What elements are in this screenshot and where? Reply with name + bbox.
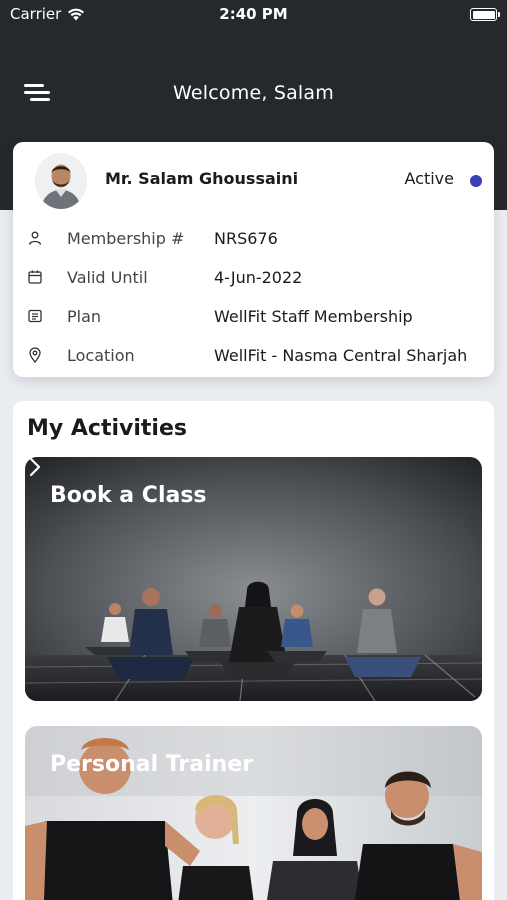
app-screen: Carrier 2:40 PM Welcome, Salam Mr. Salam… xyxy=(0,0,507,900)
info-row-membership: Membership # NRS676 xyxy=(27,227,487,251)
avatar xyxy=(35,153,87,209)
status-dot-icon xyxy=(470,175,482,187)
info-label: Location xyxy=(67,346,135,365)
card-title: Personal Trainer xyxy=(50,752,254,777)
info-label: Membership # xyxy=(67,229,185,248)
card-title: Book a Class xyxy=(50,483,207,508)
info-label: Valid Until xyxy=(67,268,148,287)
book-a-class-card[interactable]: Book a Class xyxy=(25,457,482,701)
info-value: 4-Jun-2022 xyxy=(214,268,303,287)
info-row-plan: Plan WellFit Staff Membership xyxy=(27,305,487,329)
info-row-location: Location WellFit - Nasma Central Sharjah xyxy=(27,344,487,368)
location-pin-icon xyxy=(29,347,41,363)
chevron-right-icon[interactable] xyxy=(25,457,45,477)
list-icon xyxy=(28,309,42,323)
personal-trainer-card[interactable]: Personal Trainer xyxy=(25,726,482,900)
calendar-icon xyxy=(28,270,42,284)
info-row-valid-until: Valid Until 4-Jun-2022 xyxy=(27,266,487,290)
section-title: My Activities xyxy=(27,416,187,441)
battery-icon xyxy=(470,8,500,21)
info-value: WellFit - Nasma Central Sharjah xyxy=(214,346,468,365)
membership-status: Active xyxy=(404,169,455,188)
status-bar: Carrier 2:40 PM xyxy=(0,0,507,28)
member-card: Mr. Salam Ghoussaini Active Membership #… xyxy=(13,142,494,377)
info-label: Plan xyxy=(67,307,102,326)
info-value: WellFit Staff Membership xyxy=(214,307,413,326)
status-time: 2:40 PM xyxy=(219,5,288,23)
activities-section: My Activities Book a Class Personal Trai… xyxy=(13,401,494,900)
user-icon xyxy=(28,231,42,245)
info-value: NRS676 xyxy=(214,229,278,248)
member-name: Mr. Salam Ghoussaini xyxy=(105,169,299,188)
welcome-title: Welcome, Salam xyxy=(173,82,334,104)
